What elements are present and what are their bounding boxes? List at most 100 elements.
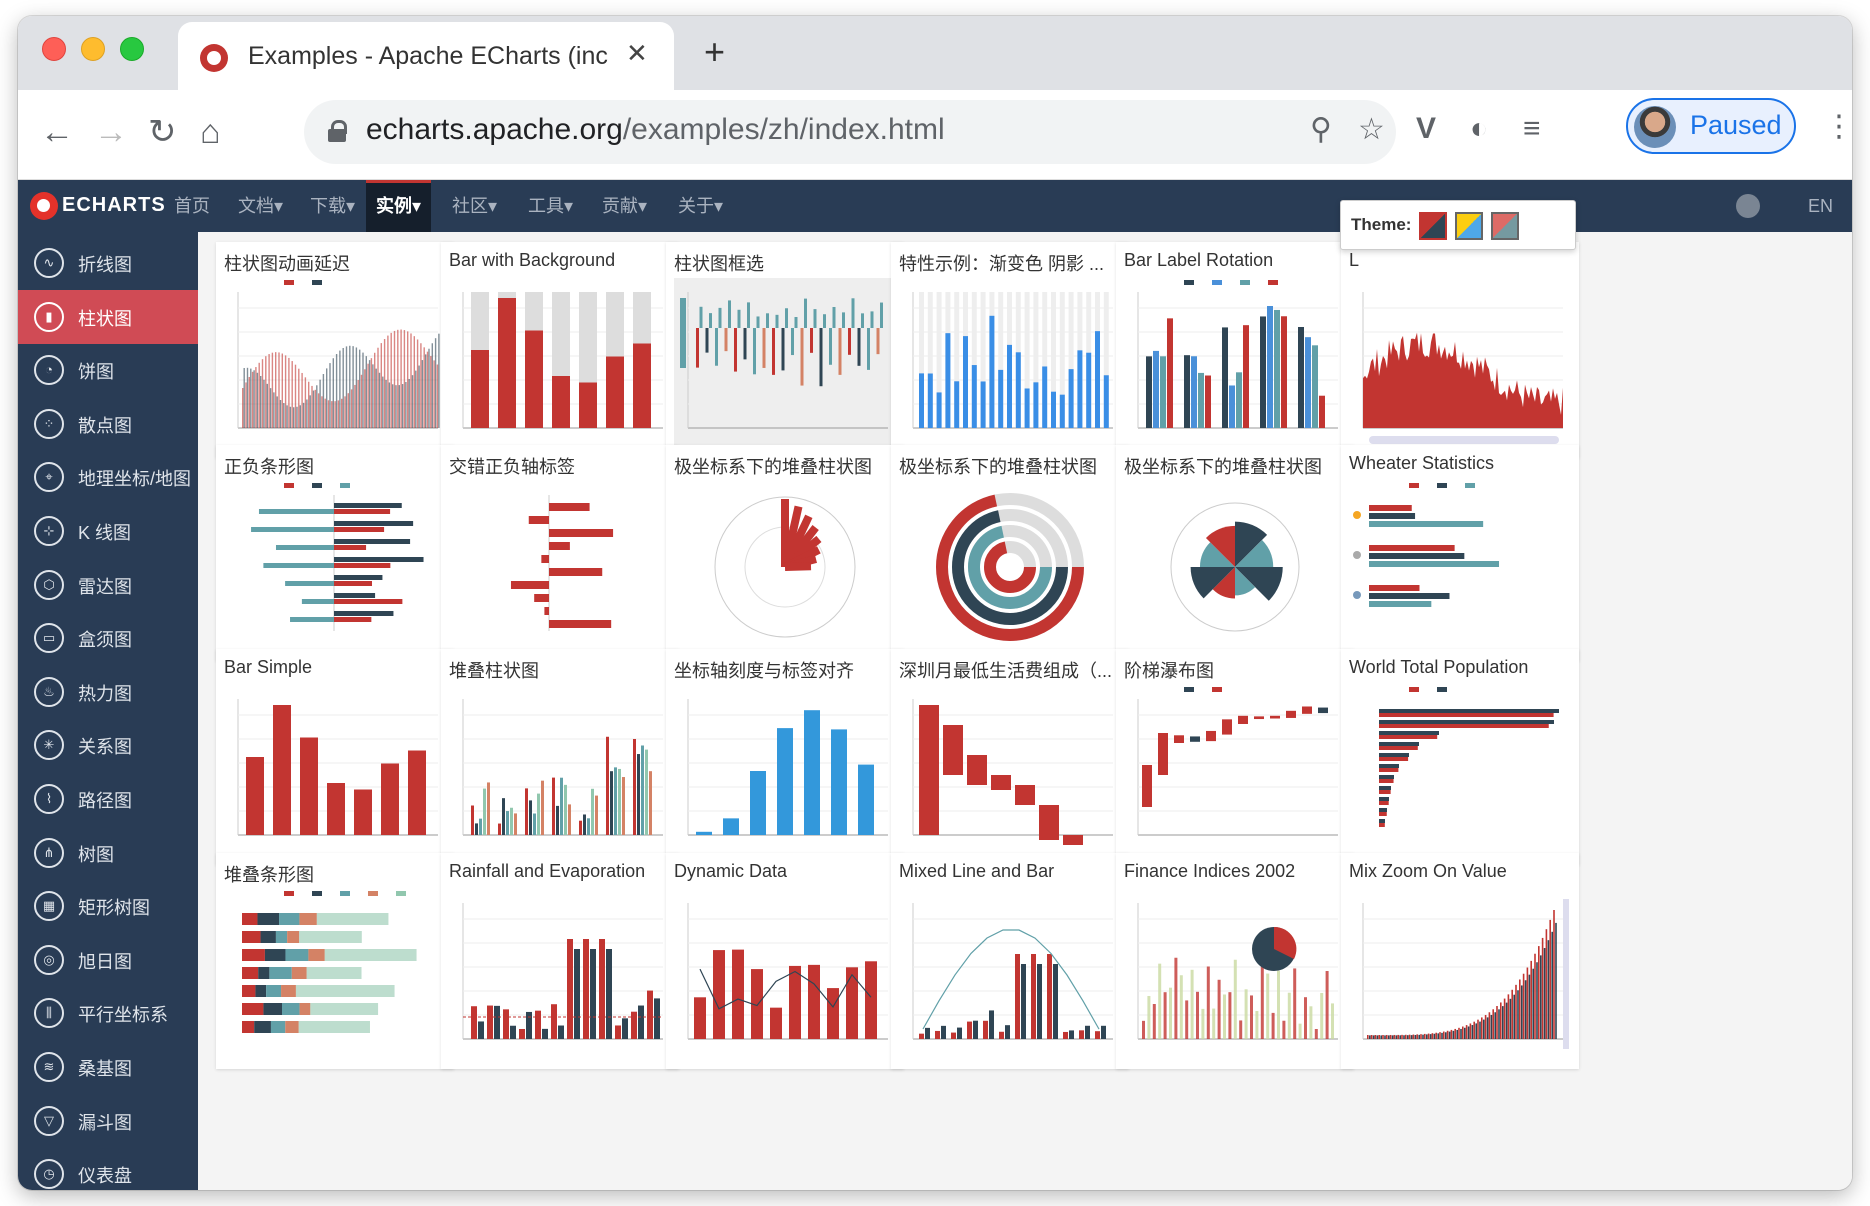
example-card[interactable]: Bar with Background <box>441 242 679 458</box>
sidebar-item-9[interactable]: ✳ 关系图 <box>18 718 198 772</box>
sidebar-item-11[interactable]: ⋔ 树图 <box>18 826 198 880</box>
bookmark-star-icon[interactable]: ☆ <box>1358 112 1385 147</box>
sidebar-item-4[interactable]: ⌖ 地理坐标/地图 <box>18 450 198 504</box>
example-card[interactable]: 极坐标系下的堆叠柱状图 <box>666 445 904 661</box>
example-card[interactable]: 堆叠条形图 <box>216 853 454 1069</box>
echarts-logo-icon[interactable] <box>30 192 58 220</box>
example-card[interactable]: Mixed Line and Bar <box>891 853 1129 1069</box>
example-card-title[interactable]: Bar Label Rotation <box>1124 250 1348 271</box>
sidebar-item-2[interactable]: ◔ 饼图 <box>18 343 198 397</box>
example-thumbnail[interactable] <box>449 278 671 450</box>
url-text[interactable]: echarts.apache.org/examples/zh/index.htm… <box>366 113 945 147</box>
browser-tab[interactable]: Examples - Apache ECharts (incubating) ✕ <box>178 22 674 90</box>
close-tab-icon[interactable]: ✕ <box>626 38 648 69</box>
example-card[interactable]: Wheater Statistics <box>1341 445 1579 661</box>
profile-button[interactable]: Paused <box>1626 98 1796 154</box>
example-card[interactable]: Dynamic Data <box>666 853 904 1069</box>
theme-default-swatch[interactable] <box>1419 212 1447 240</box>
example-card-title[interactable]: 极坐标系下的堆叠柱状图 <box>674 453 898 479</box>
media-control-icon[interactable]: ≡ <box>1523 112 1541 146</box>
example-card-title[interactable]: 柱状图动画延迟 <box>224 250 448 276</box>
sidebar-item-16[interactable]: ▽ 漏斗图 <box>18 1094 198 1148</box>
back-button[interactable]: ← <box>40 112 74 152</box>
example-thumbnail[interactable] <box>1124 278 1346 450</box>
sidebar-item-0[interactable]: ∿ 折线图 <box>18 236 198 290</box>
example-card-title[interactable]: 正负条形图 <box>224 453 448 479</box>
example-thumbnail[interactable] <box>224 278 446 450</box>
theme-light-swatch[interactable] <box>1455 212 1483 240</box>
sidebar-item-8[interactable]: ♨ 热力图 <box>18 665 198 719</box>
example-thumbnail[interactable] <box>1124 481 1346 653</box>
lock-icon[interactable] <box>328 120 347 142</box>
example-thumbnail[interactable] <box>449 481 671 653</box>
zoom-window-button[interactable] <box>120 37 144 61</box>
sidebar-item-10[interactable]: ⌇ 路径图 <box>18 772 198 826</box>
example-thumbnail[interactable] <box>899 278 1121 450</box>
example-card-title[interactable]: Dynamic Data <box>674 861 898 882</box>
example-card-title[interactable]: Rainfall and Evaporation <box>449 861 673 882</box>
example-thumbnail[interactable] <box>1349 481 1571 653</box>
more-menu-icon[interactable]: ⋮ <box>1824 112 1852 142</box>
example-thumbnail[interactable] <box>899 481 1121 653</box>
sidebar-item-14[interactable]: ⫼ 平行坐标系 <box>18 986 198 1040</box>
example-thumbnail[interactable] <box>674 685 896 857</box>
example-thumbnail[interactable] <box>674 481 896 653</box>
extension-circle-icon[interactable]: ◐ <box>1470 112 1488 146</box>
example-card[interactable]: 极坐标系下的堆叠柱状图 <box>1116 445 1354 661</box>
nav-item-0[interactable]: 首页 <box>164 180 220 232</box>
nav-item-2[interactable]: 下载▾ <box>300 180 365 232</box>
example-thumbnail[interactable] <box>1349 889 1571 1061</box>
example-card[interactable]: L <box>1341 242 1579 458</box>
example-card[interactable]: Rainfall and Evaporation <box>441 853 679 1069</box>
example-card[interactable]: 堆叠柱状图 <box>441 649 679 865</box>
address-bar[interactable]: echarts.apache.org/examples/zh/index.htm… <box>304 100 1396 164</box>
sidebar-item-1[interactable]: ▮ 柱状图 <box>18 289 198 344</box>
nav-item-7[interactable]: 关于▾ <box>668 180 733 232</box>
theme-dark-swatch[interactable] <box>1491 212 1519 240</box>
example-card-title[interactable]: World Total Population <box>1349 657 1573 678</box>
example-card-title[interactable]: 坐标轴刻度与标签对齐 <box>674 657 898 683</box>
example-thumbnail[interactable] <box>1349 278 1571 450</box>
example-card-title[interactable]: Bar with Background <box>449 250 673 271</box>
close-window-button[interactable] <box>42 37 66 61</box>
example-card-title[interactable]: Mix Zoom On Value <box>1349 861 1573 882</box>
example-card[interactable]: Bar Simple <box>216 649 454 865</box>
extension-v-icon[interactable]: V <box>1416 112 1436 146</box>
minimize-window-button[interactable] <box>81 37 105 61</box>
sidebar-item-5[interactable]: ⊹ K 线图 <box>18 504 198 558</box>
example-card[interactable]: 交错正负轴标签 <box>441 445 679 661</box>
sidebar-item-6[interactable]: ⬡ 雷达图 <box>18 558 198 612</box>
example-card[interactable]: 阶梯瀑布图 <box>1116 649 1354 865</box>
example-card[interactable]: Bar Label Rotation <box>1116 242 1354 458</box>
example-card-title[interactable]: 极坐标系下的堆叠柱状图 <box>1124 453 1348 479</box>
example-card[interactable]: Mix Zoom On Value <box>1341 853 1579 1069</box>
zoom-magnifier-icon[interactable]: ⚲ <box>1310 112 1332 147</box>
nav-item-4[interactable]: 社区▾ <box>442 180 507 232</box>
example-card-title[interactable]: Mixed Line and Bar <box>899 861 1123 882</box>
example-card-title[interactable]: Finance Indices 2002 <box>1124 861 1348 882</box>
example-thumbnail[interactable] <box>224 481 446 653</box>
github-icon[interactable] <box>1736 194 1760 218</box>
nav-item-6[interactable]: 贡献▾ <box>592 180 657 232</box>
example-card[interactable]: World Total Population <box>1341 649 1579 865</box>
new-tab-button[interactable]: + <box>704 34 725 70</box>
example-thumbnail[interactable] <box>899 889 1121 1061</box>
example-thumbnail[interactable] <box>899 685 1121 857</box>
example-card-title[interactable]: 阶梯瀑布图 <box>1124 657 1348 683</box>
example-card[interactable]: 正负条形图 <box>216 445 454 661</box>
reload-button[interactable]: ↻ <box>148 112 177 152</box>
nav-item-3[interactable]: 实例▾ <box>366 180 432 232</box>
example-thumbnail[interactable] <box>1349 685 1571 857</box>
sidebar-item-12[interactable]: ▦ 矩形树图 <box>18 879 198 933</box>
sidebar-item-7[interactable]: ▭ 盒须图 <box>18 611 198 665</box>
example-card-title[interactable]: 堆叠条形图 <box>224 861 448 887</box>
example-thumbnail[interactable] <box>674 889 896 1061</box>
example-card[interactable]: Finance Indices 2002 <box>1116 853 1354 1069</box>
example-thumbnail[interactable] <box>1124 889 1346 1061</box>
language-switch[interactable]: EN <box>1808 180 1833 232</box>
example-card[interactable]: 极坐标系下的堆叠柱状图 <box>891 445 1129 661</box>
example-card[interactable]: 柱状图动画延迟 <box>216 242 454 458</box>
example-card[interactable]: 柱状图框选 <box>666 242 904 458</box>
logo-text[interactable]: ECHARTS <box>62 194 166 217</box>
home-button[interactable]: ⌂ <box>200 112 221 152</box>
